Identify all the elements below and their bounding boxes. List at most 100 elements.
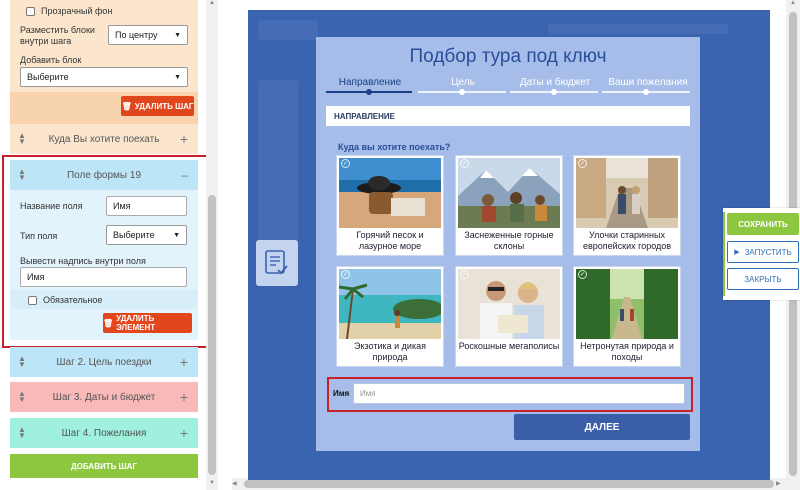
check-icon: ✓	[460, 270, 469, 279]
step-4-header[interactable]: ▲ ▼ Шаг 4. Пожелания +	[10, 418, 198, 448]
option-card[interactable]: ✓ Нетронутая природа и походы	[573, 266, 681, 367]
scroll-up-icon[interactable]: ▲	[206, 0, 218, 10]
option-caption: Заснеженные горные склоны	[464, 230, 554, 251]
inside-label-input[interactable]: Имя	[20, 267, 187, 287]
play-icon: ▶	[734, 249, 740, 256]
check-icon: ✓	[578, 159, 587, 168]
scroll-left-icon[interactable]: ◀	[232, 478, 242, 490]
required-checkbox[interactable]: Обязательное	[28, 295, 102, 306]
name-input[interactable]: Имя	[353, 383, 685, 404]
option-card[interactable]: ✓ Улочки старинных европейских городов	[573, 155, 681, 256]
checkbox-box[interactable]	[26, 7, 35, 16]
add-block-select[interactable]: Выберите ▼	[20, 67, 188, 87]
blurred-logo	[258, 20, 318, 40]
add-step-button[interactable]: ДОБАВИТЬ ШАГ	[10, 454, 198, 478]
plus-icon[interactable]: +	[180, 389, 188, 405]
option-card[interactable]: ✓ Экзотика и дикая природа	[336, 266, 444, 367]
tropical-lagoon-image	[339, 269, 441, 339]
inside-label: Вывести надпись внутри поля	[20, 256, 146, 266]
scroll-thumb[interactable]	[208, 195, 216, 475]
step-4-title: Шаг 4. Пожелания	[61, 427, 147, 439]
blurred-nav	[548, 24, 728, 34]
tab-dot	[643, 89, 649, 95]
option-card[interactable]: ✓ Роскошные мегаполисы	[455, 266, 563, 367]
delete-element-button[interactable]: 🗑 УДАЛИТЬ ЭЛЕМЕНТ	[103, 313, 192, 333]
trash-icon: 🗑	[103, 318, 114, 328]
option-caption: Улочки старинных европейских городов	[582, 230, 672, 251]
check-icon: ✓	[341, 270, 350, 279]
option-caption: Нетронутая природа и походы	[580, 341, 674, 362]
add-block-value: Выберите	[27, 72, 69, 82]
plus-icon[interactable]: +	[180, 131, 188, 147]
step-1-header[interactable]: ▲ ▼ Куда Вы хотите поехать +	[10, 124, 198, 154]
scroll-down-icon[interactable]: ▼	[206, 480, 218, 490]
sort-icon[interactable]: ▲ ▼	[18, 355, 26, 369]
option-card[interactable]: ✓ Горячий песок и лазурное море	[336, 155, 444, 256]
field-block-header[interactable]: ▲ ▼ Поле формы 19 –	[10, 160, 198, 190]
transparent-bg-checkbox[interactable]: Прозрачный фон	[26, 6, 112, 17]
tab-dot	[551, 89, 557, 95]
sort-icon[interactable]: ▲ ▼	[18, 390, 26, 404]
step-1-title: Куда Вы хотите поехать	[48, 133, 160, 145]
field-type-value: Выберите	[113, 230, 155, 240]
next-button[interactable]: ДАЛЕЕ	[514, 414, 690, 440]
minus-icon[interactable]: –	[181, 168, 188, 182]
sort-icon[interactable]: ▲ ▼	[18, 426, 26, 440]
option-caption: Горячий песок и лазурное море	[356, 230, 424, 251]
option-card[interactable]: ✓ Заснеженные горные склоны	[455, 155, 563, 256]
field-block-title: Поле формы 19	[66, 169, 142, 181]
checkbox-box[interactable]	[28, 296, 37, 305]
chevron-down-icon: ▼	[173, 231, 180, 239]
close-button[interactable]: ЗАКРЫТЬ	[727, 268, 799, 290]
tab-dates-budget[interactable]: Даты и бюджет	[510, 77, 600, 88]
settings-panel: Прозрачный фон Разместить блоки внутри ш…	[0, 0, 209, 490]
arrange-label: Разместить блоки внутри шага	[20, 25, 95, 46]
arrange-value: По центру	[115, 30, 158, 40]
scroll-thumb[interactable]	[244, 480, 774, 488]
form-title: Подбор тура под ключ	[409, 46, 607, 67]
field-type-select[interactable]: Выберите ▼	[106, 225, 187, 245]
sort-icon[interactable]: ▲ ▼	[18, 168, 26, 182]
panel-accent	[723, 212, 725, 296]
check-icon: ✓	[341, 159, 350, 168]
old-street-image	[576, 158, 678, 228]
plus-icon[interactable]: +	[180, 425, 188, 441]
save-button[interactable]: СОХРАНИТЬ	[727, 213, 799, 235]
transparent-bg-label: Прозрачный фон	[41, 6, 113, 16]
tab-goal[interactable]: Цель	[423, 77, 503, 88]
check-icon: ✓	[578, 270, 587, 279]
step-3-header[interactable]: ▲ ▼ Шаг 3. Даты и бюджет +	[10, 382, 198, 412]
field-type-label: Тип поля	[20, 231, 58, 241]
left-scrollbar[interactable]: ▲ ▼	[206, 0, 218, 490]
forest-path-image	[576, 269, 678, 339]
required-label: Обязательное	[43, 295, 103, 305]
document-check-icon	[256, 240, 298, 286]
chevron-down-icon: ▼	[174, 31, 181, 39]
scroll-up-icon[interactable]: ▲	[786, 0, 800, 10]
step-3-title: Шаг 3. Даты и бюджет	[52, 391, 156, 403]
sort-icon[interactable]: ▲ ▼	[18, 132, 26, 146]
step-2-header[interactable]: ▲ ▼ Шаг 2. Цель поездки +	[10, 347, 198, 377]
field-name-input[interactable]: Имя	[106, 196, 187, 216]
delete-element-label: УДАЛИТЬ ЭЛЕМЕНТ	[116, 314, 156, 332]
question-text: Куда вы хотите поехать?	[338, 142, 451, 152]
tab-dot	[459, 89, 465, 95]
section-title: НАПРАВЛЕНИЕ	[326, 106, 690, 126]
beach-hat-image	[339, 158, 441, 228]
add-block-label: Добавить блок	[20, 55, 82, 65]
field-name-label: Название поля	[20, 201, 83, 211]
action-panel: СОХРАНИТЬ ▶ ЗАПУСТИТЬ ЗАКРЫТЬ	[723, 208, 800, 300]
run-label: ЗАПУСТИТЬ	[744, 247, 792, 257]
plus-icon[interactable]: +	[180, 354, 188, 370]
scroll-right-icon[interactable]: ▶	[776, 478, 786, 490]
trash-icon: 🗑	[121, 101, 132, 111]
arrange-select[interactable]: По центру ▼	[108, 25, 188, 45]
check-icon: ✓	[460, 159, 469, 168]
delete-step-button[interactable]: 🗑 УДАЛИТЬ ШАГ	[121, 96, 194, 116]
option-caption: Роскошные мегаполисы	[458, 341, 560, 351]
tab-wishes[interactable]: Ваши пожелания	[603, 77, 693, 88]
chevron-down-icon: ▼	[174, 73, 181, 81]
run-button[interactable]: ▶ ЗАПУСТИТЬ	[727, 241, 799, 263]
name-field-label: Имя	[333, 389, 350, 398]
tab-direction[interactable]: Направление	[330, 77, 410, 88]
